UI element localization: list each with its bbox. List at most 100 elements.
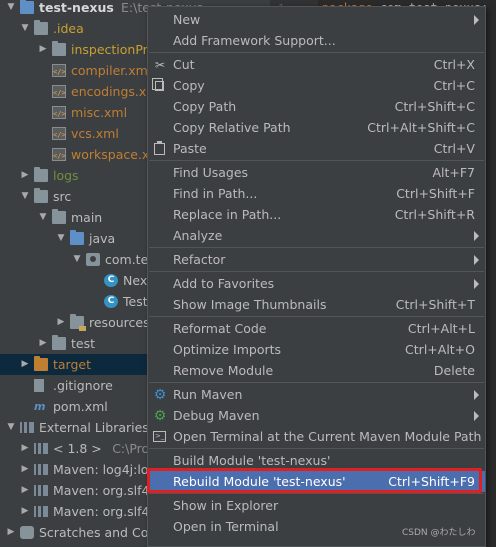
menu-item-new[interactable]: New	[148, 9, 485, 30]
collapse-arrow-icon[interactable]: ▶	[56, 312, 66, 333]
collapse-arrow-icon[interactable]: ▶	[38, 39, 48, 60]
menu-item-label: Paste	[173, 141, 207, 156]
tree-node-label: .idea	[53, 21, 84, 36]
menu-item-find-usages[interactable]: Find Usages Alt+F7	[148, 162, 485, 183]
library-icon	[34, 485, 48, 496]
tree-node-label: src	[53, 189, 72, 204]
collapse-arrow-icon[interactable]: ▶	[20, 438, 30, 459]
menu-separator	[149, 160, 484, 161]
menu-item-run-maven[interactable]: ⚙ Run Maven	[148, 384, 485, 405]
expand-arrow-icon[interactable]: ▼	[38, 207, 48, 228]
class-icon: C	[104, 274, 118, 287]
expand-arrow-icon[interactable]: ▼	[56, 228, 66, 249]
menu-item-shortcut: Ctrl+Alt+O	[405, 342, 475, 357]
menu-item-replace-in-path[interactable]: Replace in Path... Ctrl+Shift+R	[148, 204, 485, 225]
maven-run-icon: ⚙	[153, 387, 167, 403]
collapse-arrow-icon[interactable]: ▶	[20, 501, 30, 522]
menu-item-copy[interactable]: Copy Ctrl+C	[148, 75, 485, 96]
expand-arrow-icon[interactable]: ▼	[20, 18, 30, 39]
tree-node-label: .gitignore	[53, 378, 113, 393]
xml-file-icon	[52, 146, 66, 167]
menu-separator	[149, 247, 484, 248]
menu-item-add-to-favorites[interactable]: Add to Favorites	[148, 273, 485, 294]
menu-item-find-in-path[interactable]: Find in Path... Ctrl+Shift+F	[148, 183, 485, 204]
xml-file-icon	[52, 104, 66, 125]
collapse-arrow-icon[interactable]: ▶	[20, 165, 30, 186]
library-icon	[34, 443, 48, 454]
tree-node-label: < 1.8 >	[53, 441, 102, 456]
menu-item-label: Cut	[173, 57, 195, 72]
menu-item-copy-path[interactable]: Copy Path Ctrl+Shift+C	[148, 96, 485, 117]
menu-item-shortcut: Ctrl+Alt+L	[407, 321, 475, 336]
menu-item-optimize-imports[interactable]: Optimize Imports Ctrl+Alt+O	[148, 339, 485, 360]
library-icon	[34, 506, 48, 517]
resources-folder-icon	[70, 314, 86, 331]
collapse-arrow-icon[interactable]: ▶	[20, 354, 30, 375]
menu-item-copy-relative-path[interactable]: Copy Relative Path Ctrl+Alt+Shift+C	[148, 117, 485, 138]
collapse-arrow-icon[interactable]: ▶	[38, 333, 48, 354]
menu-item-shortcut: Ctrl+Shift+C	[394, 99, 475, 114]
menu-item-open-terminal-at-the-current-maven-module-path[interactable]: >_ Open Terminal at the Current Maven Mod…	[148, 426, 485, 447]
cut-icon	[153, 58, 167, 72]
menu-item-label: Copy Path	[173, 99, 237, 114]
menu-item-label: Copy Relative Path	[173, 120, 291, 135]
tree-node-label: vcs.xml	[71, 126, 119, 141]
collapse-arrow-icon[interactable]: ▶	[20, 459, 30, 480]
menu-item-cut[interactable]: Cut Ctrl+X	[148, 54, 485, 75]
menu-item-show-in-explorer[interactable]: Show in Explorer	[148, 495, 485, 516]
menu-item-label: Add Framework Support...	[173, 33, 336, 48]
collapse-arrow-icon[interactable]: ▶	[20, 480, 30, 501]
gitignore-file-icon	[34, 379, 44, 392]
submenu-arrow-icon	[474, 231, 479, 241]
menu-item-label: Add to Favorites	[173, 276, 275, 291]
xml-file-icon	[52, 83, 66, 104]
menu-item-label: Show Image Thumbnails	[173, 297, 327, 312]
xml-file-icon	[52, 125, 66, 146]
collapse-arrow-icon[interactable]: ▶	[6, 522, 16, 543]
menu-item-shortcut: Delete	[433, 363, 475, 378]
menu-item-shortcut: Ctrl+Alt+Shift+C	[367, 120, 475, 135]
paste-icon	[154, 141, 165, 155]
package-icon	[86, 253, 100, 266]
menu-item-reformat-code[interactable]: Reformat Code Ctrl+Alt+L	[148, 318, 485, 339]
menu-item-label: Replace in Path...	[173, 207, 282, 222]
folder-plain-icon	[34, 188, 48, 203]
tree-node-label: pom.xml	[53, 399, 108, 414]
menu-item-label: New	[173, 12, 201, 27]
menu-item-remove-module[interactable]: Remove Module Delete	[148, 360, 485, 381]
menu-item-refactor[interactable]: Refactor	[148, 249, 485, 270]
menu-item-shortcut: Ctrl+Shift+F	[396, 186, 475, 201]
menu-item-label: Analyze	[173, 228, 223, 243]
expand-arrow-icon[interactable]: ▼	[6, 0, 16, 18]
menu-item-label: Remove Module	[173, 363, 274, 378]
menu-separator	[149, 493, 484, 494]
menu-item-shortcut: Ctrl+Shift+R	[394, 207, 475, 222]
menu-item-analyze[interactable]: Analyze	[148, 225, 485, 246]
expand-arrow-icon[interactable]: ▼	[6, 417, 16, 438]
expand-arrow-icon[interactable]: ▼	[72, 249, 82, 270]
maven-debug-icon: ⚙	[153, 408, 167, 424]
class-icon: C	[104, 295, 118, 308]
tree-node-label: logs	[53, 168, 79, 183]
menu-separator	[149, 382, 484, 383]
menu-item-label: Find in Path...	[173, 186, 258, 201]
tree-node-label: test	[71, 336, 96, 351]
menu-item-debug-maven[interactable]: ⚙ Debug Maven	[148, 405, 485, 426]
tree-node-label: java	[89, 231, 116, 246]
folder-blue-icon	[20, 0, 34, 14]
menu-item-show-image-thumbnails[interactable]: Show Image Thumbnails Ctrl+Shift+T	[148, 294, 485, 315]
menu-item-shortcut: Ctrl+Shift+T	[395, 297, 475, 312]
submenu-arrow-icon	[474, 255, 479, 265]
submenu-arrow-icon	[474, 411, 479, 421]
menu-item-rebuild-module-test-nexus[interactable]: Rebuild Module 'test-nexus' Ctrl+Shift+F9	[148, 471, 485, 492]
expand-arrow-icon[interactable]: ▼	[20, 186, 30, 207]
menu-item-label: Refactor	[173, 252, 226, 267]
menu-separator	[149, 52, 484, 53]
menu-item-add-framework-support[interactable]: Add Framework Support...	[148, 30, 485, 51]
menu-item-label: Run Maven	[173, 387, 243, 402]
submenu-arrow-icon	[474, 390, 479, 400]
menu-item-label: Show in Explorer	[173, 498, 279, 513]
menu-item-build-module-test-nexus[interactable]: Build Module 'test-nexus'	[148, 450, 485, 471]
menu-item-paste[interactable]: Paste Ctrl+V	[148, 138, 485, 159]
xml-file-icon	[52, 62, 66, 83]
